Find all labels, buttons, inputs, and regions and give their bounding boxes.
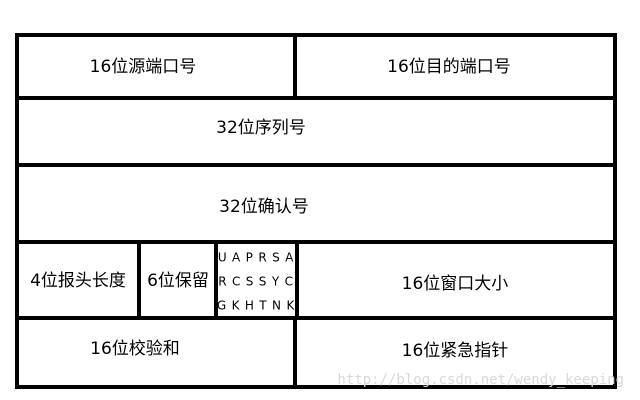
acknowledgment-number-label: 32位确认号 <box>219 197 309 217</box>
urgent-pointer-label: 16位紧急指针 <box>402 341 509 361</box>
window-size-label: 16位窗口大小 <box>402 274 509 294</box>
flag-row-3: G K H T N K <box>217 299 296 313</box>
destination-port-label: 16位目的端口号 <box>387 57 511 77</box>
flag-row-2: R C S S Y C <box>218 275 294 289</box>
source-port-label: 16位源端口号 <box>90 57 197 77</box>
diagram-frame <box>15 33 617 389</box>
header-length-label: 4位报头长度 <box>30 271 126 291</box>
reserved-bits-label: 6位保留 <box>147 271 209 291</box>
flag-row-1: U A P R S A <box>218 251 294 265</box>
watermark-url: http://blog.csdn.net/wendy_keeping <box>337 372 624 388</box>
tcp-header-diagram: 16位源端口号 16位目的端口号 32位序列号 32位确认号 4位报头长度 6位… <box>15 33 624 389</box>
checksum-label: 16位校验和 <box>90 339 180 359</box>
sequence-number-label: 32位序列号 <box>216 118 306 138</box>
